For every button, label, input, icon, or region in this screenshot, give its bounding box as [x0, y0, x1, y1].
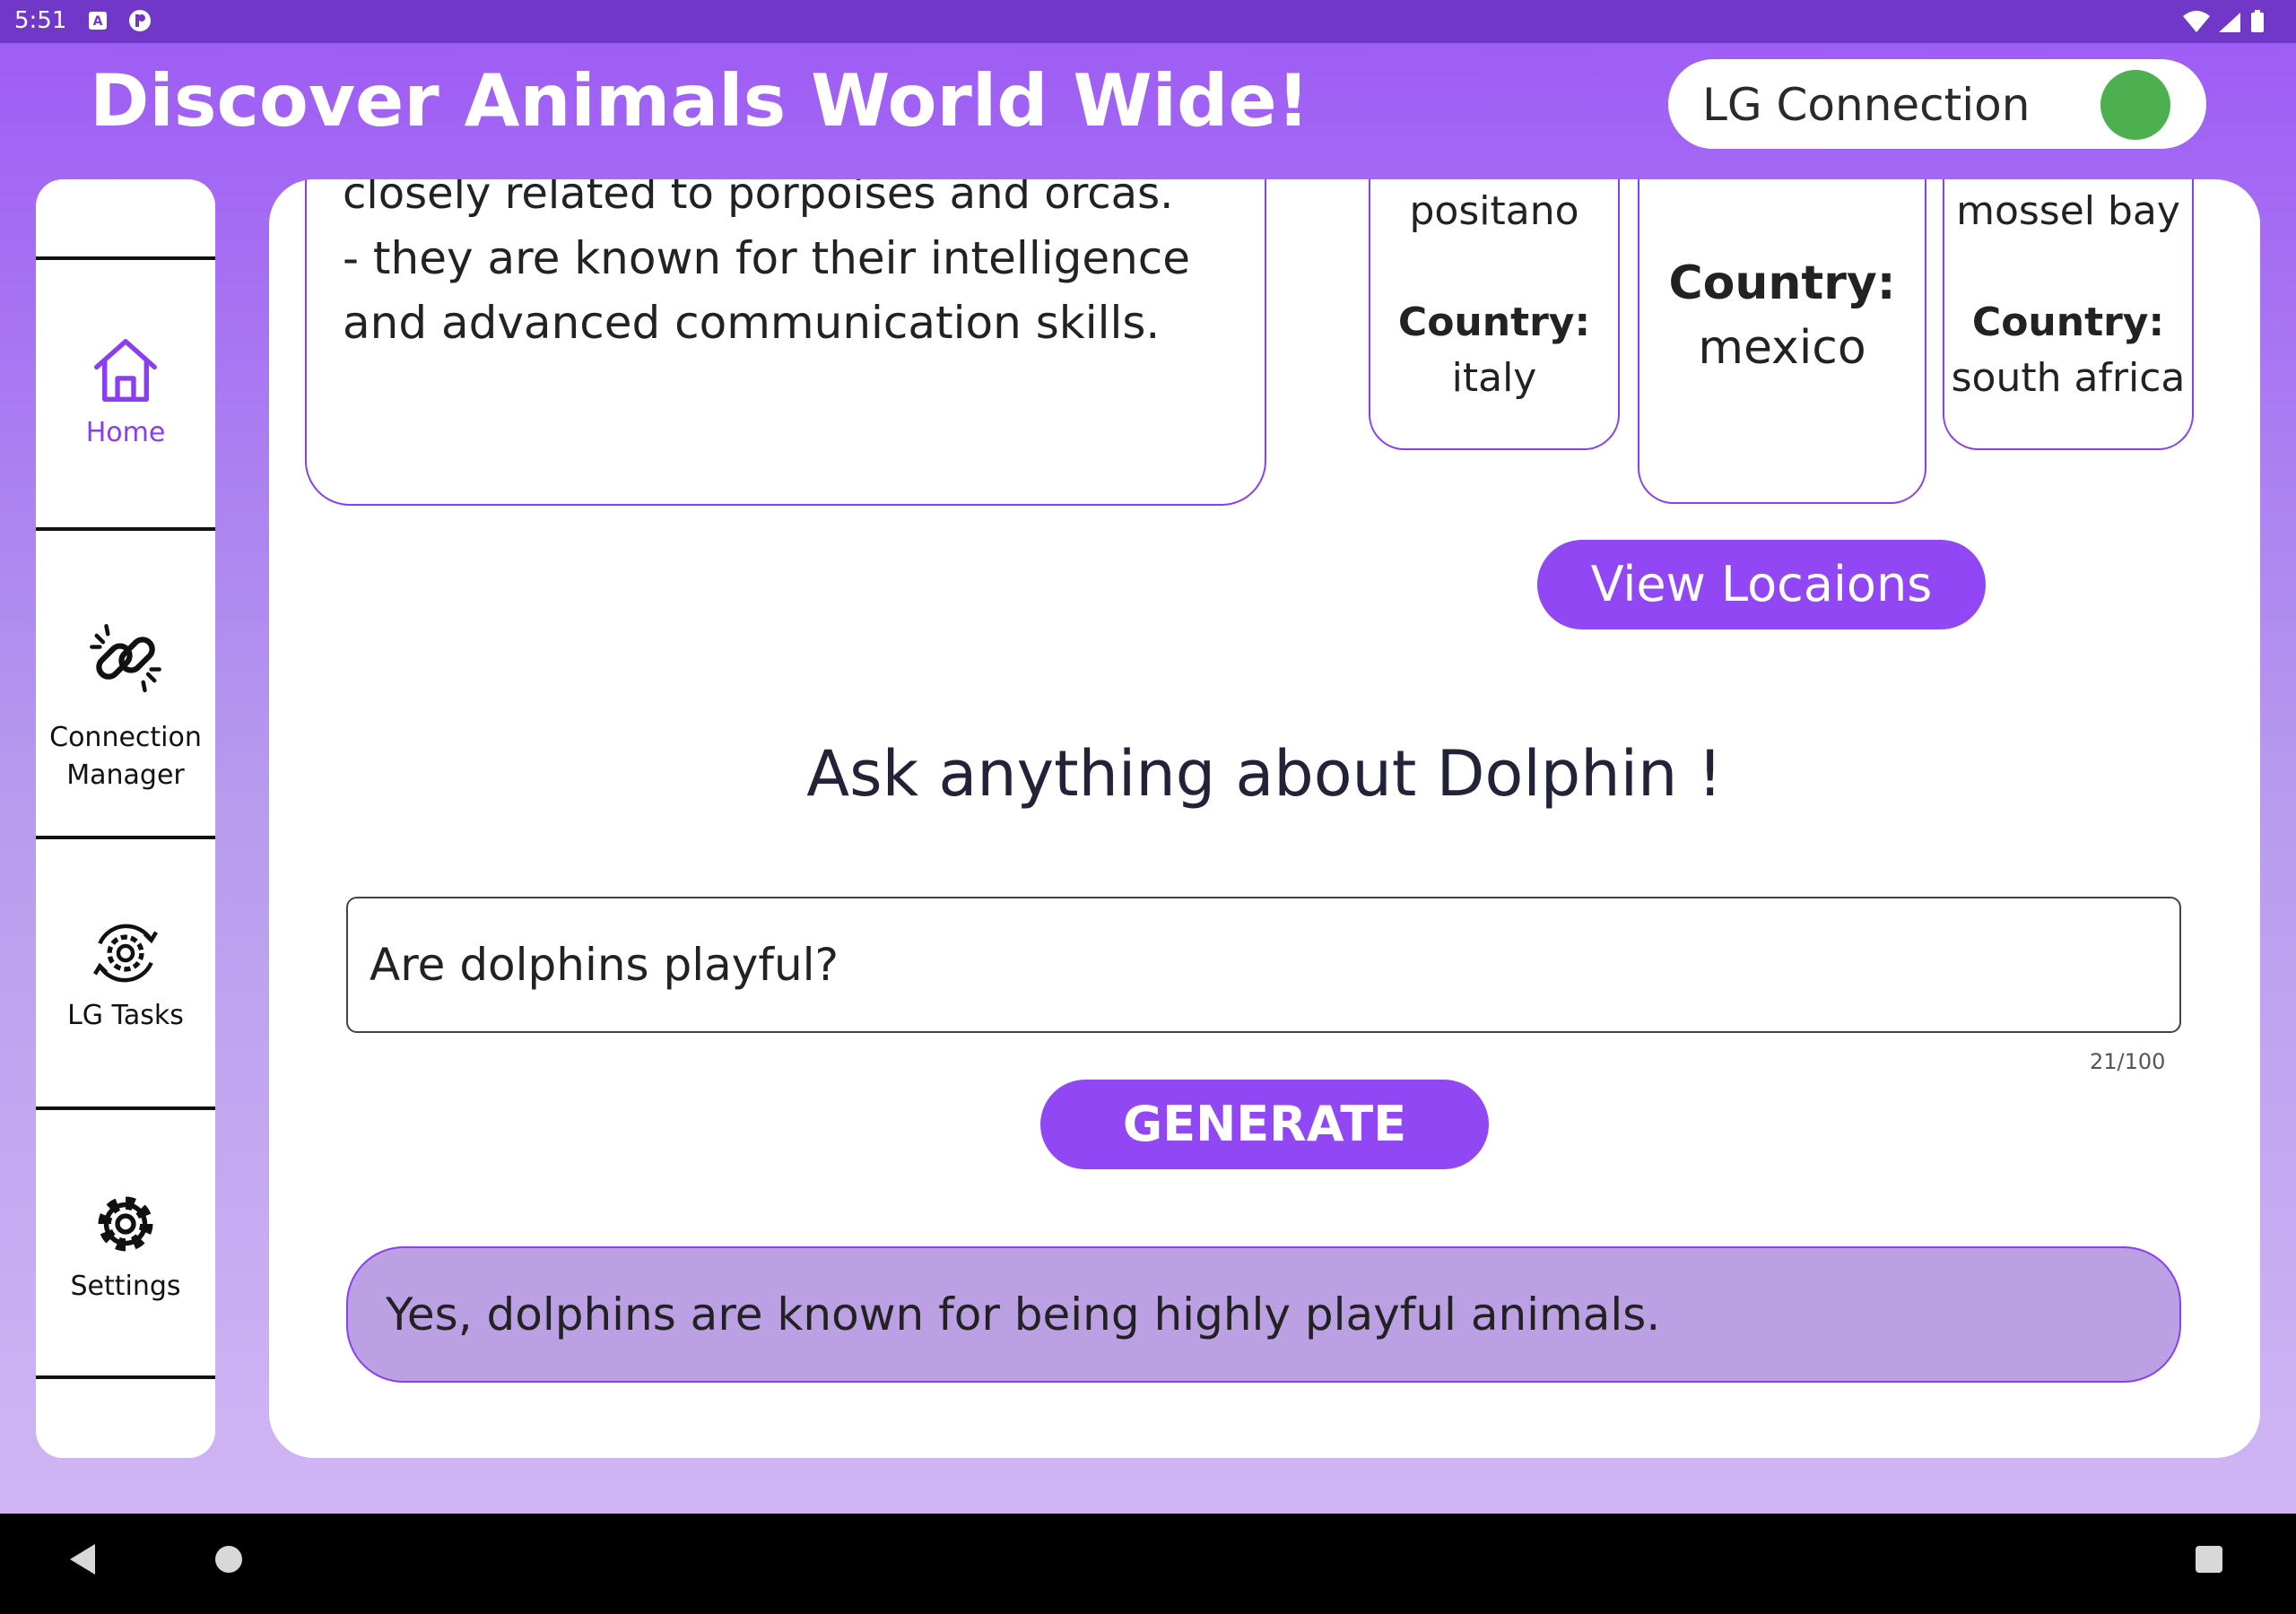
- question-input[interactable]: [346, 897, 2181, 1033]
- sidebar-divider: [36, 527, 215, 531]
- p-notification-icon: [129, 10, 151, 31]
- connection-status-dot: [2100, 70, 2170, 140]
- location-city: positano: [1409, 188, 1579, 234]
- location-country-label: Country:: [1397, 299, 1591, 345]
- info-bullet: - they are known for their intelligence …: [343, 232, 1191, 349]
- location-card[interactable]: Country: mexico: [1638, 179, 1926, 504]
- home-icon: [94, 339, 157, 402]
- main-panel: closely related to porpoises and orcas. …: [269, 179, 2260, 1458]
- signal-icon: [2219, 13, 2240, 32]
- location-city: mossel bay: [1956, 188, 2180, 234]
- location-country-label: Country:: [1668, 256, 1896, 310]
- location-country: south africa: [1951, 355, 2186, 401]
- app-title: Discover Animals World Wide!: [90, 59, 1310, 143]
- system-nav-bar: [0, 1514, 2296, 1614]
- sidebar-item-connection-manager[interactable]: Connection Manager: [36, 603, 215, 794]
- recents-icon[interactable]: [2196, 1546, 2222, 1573]
- info-text-clipped: closely related to porpoises and orcas.: [343, 179, 1174, 219]
- generate-button[interactable]: GENERATE: [1040, 1080, 1489, 1169]
- battery-icon: [2251, 13, 2264, 32]
- ask-title: Ask anything about Dolphin !: [806, 737, 1723, 811]
- sidebar-item-home[interactable]: Home: [36, 332, 215, 452]
- sidebar-divider: [36, 836, 215, 839]
- sidebar-divider: [36, 256, 215, 260]
- location-card[interactable]: mossel bay Country: south africa: [1943, 179, 2194, 450]
- gear-sync-icon: [93, 924, 158, 983]
- view-locations-button[interactable]: View Locaions: [1537, 540, 1986, 629]
- system-tray-icons: [2183, 10, 2264, 32]
- back-icon[interactable]: [70, 1544, 95, 1575]
- sidebar-item-label: LG Tasks: [67, 1000, 184, 1031]
- sidebar-divider: [36, 1106, 215, 1110]
- status-time: 5:51: [14, 7, 67, 34]
- sidebar-item-settings[interactable]: Settings: [36, 1185, 215, 1306]
- a-notification-icon: A: [89, 12, 107, 30]
- character-counter: 21/100: [2090, 1049, 2166, 1074]
- location-card[interactable]: positano Country: italy: [1369, 179, 1620, 450]
- answer-box: Yes, dolphins are known for being highly…: [346, 1246, 2181, 1383]
- lg-connection-indicator[interactable]: LG Connection: [1668, 59, 2206, 149]
- location-country: italy: [1451, 355, 1537, 401]
- sidebar: Home Connection Manager LG Tasks Setting…: [36, 179, 215, 1458]
- animal-info-card: closely related to porpoises and orcas. …: [305, 179, 1266, 506]
- home-circle-icon[interactable]: [215, 1546, 242, 1573]
- svg-text:A: A: [93, 14, 103, 29]
- wifi-icon: [2183, 11, 2210, 32]
- sidebar-item-label: Home: [85, 417, 166, 448]
- status-bar: 5:51 A: [0, 0, 2296, 43]
- sidebar-item-lg-tasks[interactable]: LG Tasks: [36, 915, 215, 1035]
- gear-icon: [98, 1196, 153, 1252]
- sidebar-item-label: Settings: [70, 1271, 181, 1302]
- location-country-label: Country:: [1971, 299, 2165, 345]
- link-icon: [90, 623, 161, 693]
- sidebar-item-label: Connection Manager: [49, 722, 202, 791]
- location-country: mexico: [1698, 321, 1866, 375]
- sidebar-divider: [36, 1375, 215, 1379]
- lg-connection-label: LG Connection: [1702, 79, 2031, 131]
